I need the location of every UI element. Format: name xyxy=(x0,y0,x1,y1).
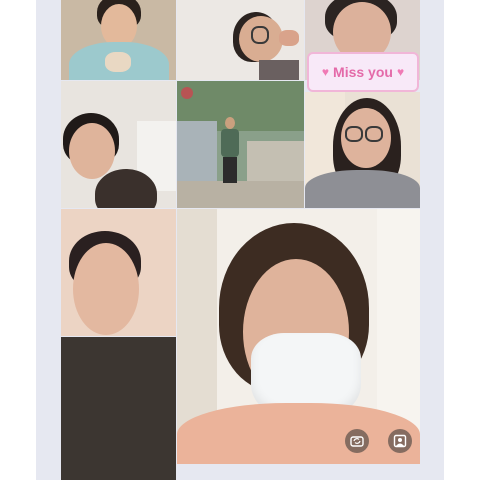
glasses-icon xyxy=(365,126,383,142)
participant-shirt xyxy=(305,170,420,208)
hiker-body xyxy=(221,129,239,157)
participant-tile-middle-center[interactable] xyxy=(177,81,304,208)
portrait-effect-button[interactable] xyxy=(388,429,412,453)
participant-tile-top-center[interactable] xyxy=(177,0,304,80)
participant-tile-middle-right[interactable] xyxy=(305,92,420,208)
participant-tile-video-off[interactable] xyxy=(61,337,176,480)
participant-tile-middle-left[interactable] xyxy=(61,81,176,208)
miss-you-sticker: ♥ Miss you ♥ xyxy=(307,52,419,92)
hand xyxy=(279,30,299,46)
hiker-legs xyxy=(223,157,237,183)
device xyxy=(259,60,299,80)
left-margin xyxy=(0,0,36,480)
shirt-print xyxy=(105,52,131,72)
ground xyxy=(177,181,304,208)
lantern xyxy=(181,87,193,99)
participant-face xyxy=(69,123,115,179)
portrait-effect-icon xyxy=(393,434,407,448)
camera-switch-icon xyxy=(350,436,364,447)
participant-face xyxy=(73,243,139,335)
right-margin xyxy=(444,0,480,480)
switch-camera-button[interactable] xyxy=(345,429,369,453)
building xyxy=(177,121,217,181)
glasses-icon xyxy=(345,126,363,142)
participant-shirt xyxy=(177,403,420,464)
heart-icon: ♥ xyxy=(321,65,330,79)
participant-tile-top-left[interactable] xyxy=(61,0,176,80)
hiker-head xyxy=(225,117,235,129)
sticker-text: Miss you xyxy=(333,64,393,80)
heart-icon: ♥ xyxy=(396,65,405,79)
glasses-icon xyxy=(251,26,269,44)
video-call-grid: ♥ Miss you ♥ xyxy=(36,0,444,480)
participant-tile-bottom-left[interactable] xyxy=(61,209,176,336)
main-speaker-tile[interactable] xyxy=(177,209,420,464)
